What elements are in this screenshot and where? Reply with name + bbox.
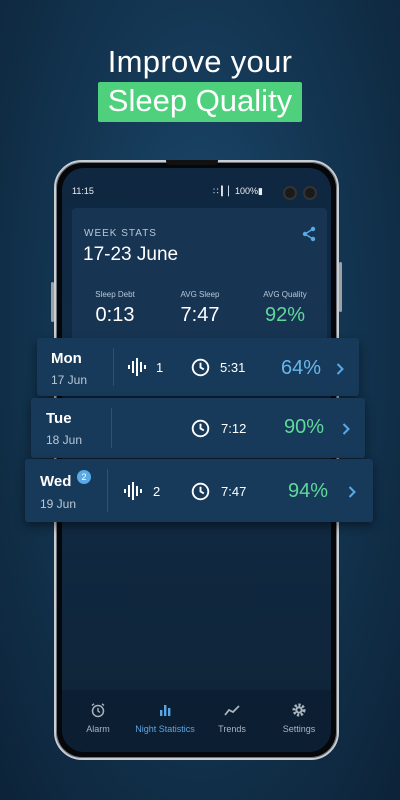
promo-headline: Improve your — [107, 44, 293, 79]
chevron-right-icon[interactable] — [342, 422, 350, 440]
nav-settings[interactable]: Settings — [265, 690, 331, 752]
promo-highlight-wrap: Sleep Quality — [0, 82, 400, 122]
stat-avg-sleep: AVG Sleep 7:47 — [165, 290, 235, 327]
event-badge: 2 — [77, 470, 91, 484]
trend-line-icon — [224, 702, 240, 723]
day-date: 17 Jun — [51, 373, 88, 387]
nav-label: Alarm — [86, 724, 110, 734]
week-stats-label: WEEK STATS — [84, 228, 157, 239]
day-date: 18 Jun — [46, 433, 83, 447]
front-camera-icon — [303, 186, 317, 200]
nav-label: Settings — [282, 724, 316, 734]
sleep-duration: 7:47 — [221, 484, 247, 499]
phone-power-button — [339, 262, 342, 312]
sound-wave-icon — [123, 482, 143, 505]
promo-highlight: Sleep Quality — [97, 82, 303, 122]
front-camera-icon — [283, 186, 297, 200]
clock-icon — [191, 482, 210, 506]
status-indicators: ∷ ▎▏100%▮ — [212, 186, 263, 196]
day-date: 19 Jun — [40, 497, 77, 511]
divider — [111, 408, 112, 448]
share-icon[interactable] — [301, 226, 317, 247]
alarm-clock-icon — [90, 702, 106, 723]
divider — [113, 348, 114, 386]
stat-avg-quality: AVG Quality 92% — [250, 290, 320, 327]
stat-label: AVG Sleep — [180, 290, 220, 299]
phone-speaker — [166, 160, 218, 165]
sound-wave-icon — [127, 358, 147, 381]
event-count: 1 — [156, 360, 164, 375]
phone-volume-button — [51, 282, 54, 322]
day-card-tue[interactable]: Tue 18 Jun 7:12 90% — [31, 398, 365, 458]
divider — [107, 469, 108, 512]
week-stats-card[interactable]: WEEK STATS 17-23 June Sleep Debt 0:13 AV… — [72, 208, 327, 348]
week-range: 17-23 June — [83, 244, 179, 265]
nav-label: Trends — [218, 724, 246, 734]
sleep-quality: 64% — [281, 357, 322, 379]
sleep-quality: 90% — [284, 416, 325, 438]
event-count: 2 — [153, 484, 161, 499]
bar-chart-icon — [157, 702, 173, 723]
chevron-right-icon[interactable] — [336, 362, 344, 380]
sleep-quality: 94% — [288, 480, 329, 502]
bottom-nav: Alarm Night Statistics Trends Settings — [62, 690, 331, 752]
stat-label: AVG Quality — [263, 290, 307, 299]
nav-label: Night Statistics — [135, 724, 195, 734]
day-name: Mon — [51, 350, 82, 367]
clock-icon — [191, 358, 210, 382]
day-name: Wed — [40, 473, 72, 490]
sleep-duration: 5:31 — [220, 360, 246, 375]
nav-trends[interactable]: Trends — [198, 690, 266, 752]
sleep-duration: 7:12 — [221, 421, 247, 436]
day-name: Tue — [46, 410, 72, 427]
status-time: 11:15 — [72, 186, 94, 196]
stat-value: 92% — [264, 304, 306, 326]
day-card-wed[interactable]: Wed 2 19 Jun 2 7:47 94% — [25, 459, 373, 522]
clock-icon — [191, 419, 210, 443]
chevron-right-icon[interactable] — [348, 485, 356, 503]
nav-alarm[interactable]: Alarm — [64, 690, 132, 752]
stat-value: 7:47 — [180, 304, 220, 326]
day-card-mon[interactable]: Mon 17 Jun 1 5:31 64% — [37, 338, 359, 396]
gear-icon — [291, 702, 307, 723]
stat-label: Sleep Debt — [95, 290, 135, 299]
stat-value: 0:13 — [95, 304, 135, 326]
stat-sleep-debt: Sleep Debt 0:13 — [80, 290, 150, 327]
nav-night-statistics[interactable]: Night Statistics — [131, 690, 199, 752]
